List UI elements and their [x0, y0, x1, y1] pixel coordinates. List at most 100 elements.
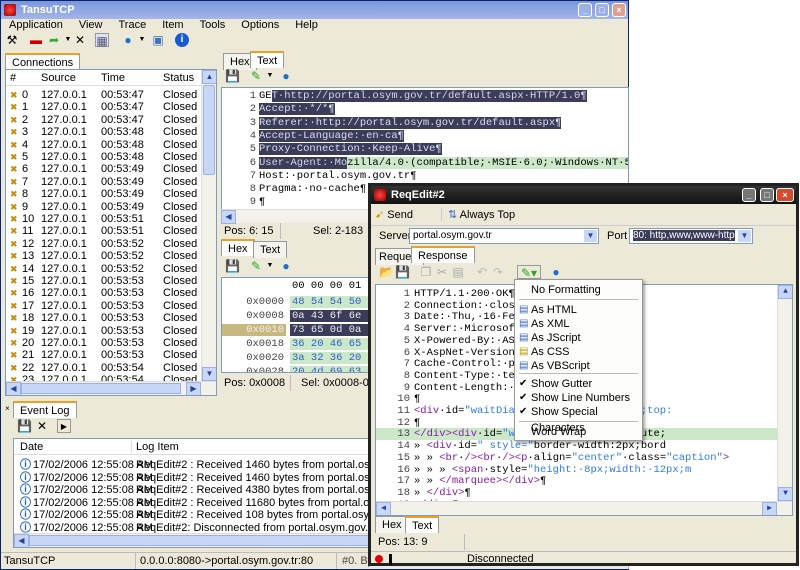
- connection-row[interactable]: ✖ 20 127.0.0.1 00:53:53 Closed: [6, 337, 216, 349]
- clear-icon[interactable]: ✕: [35, 419, 49, 433]
- disconnect-icon[interactable]: ▬: [29, 33, 43, 47]
- column-header-number[interactable]: #: [10, 72, 16, 84]
- menu-bar: Application View Trace Item Tools Options Help: [1, 19, 628, 33]
- tab-hex-lower[interactable]: Hex: [221, 239, 255, 256]
- connections-horizontal-scrollbar[interactable]: ◀ ▶: [6, 381, 216, 395]
- connection-row[interactable]: ✖ 2 127.0.0.1 00:53:47 Closed: [6, 114, 216, 126]
- connection-row[interactable]: ✖ 10 127.0.0.1 00:53:51 Closed: [6, 213, 216, 225]
- undo-icon[interactable]: ↶: [475, 265, 489, 279]
- connections-vertical-scrollbar[interactable]: ▲ ▼: [201, 70, 216, 381]
- connection-row[interactable]: ✖ 21 127.0.0.1 00:53:53 Closed: [6, 349, 216, 361]
- minimize-button[interactable]: _: [742, 188, 756, 202]
- paste-icon[interactable]: ▤: [451, 265, 465, 279]
- menu-item[interactable]: Item: [154, 19, 191, 32]
- dropdown-arrow-icon[interactable]: ▼: [263, 259, 277, 273]
- window-icon[interactable]: ▣: [151, 33, 165, 47]
- dropdown-arrow-icon[interactable]: ▼: [263, 69, 277, 83]
- column-header-date[interactable]: Date: [20, 441, 43, 453]
- connection-row[interactable]: ✖ 5 127.0.0.1 00:53:48 Closed: [6, 151, 216, 163]
- dropdown-arrow-icon[interactable]: ▼: [135, 33, 149, 47]
- connection-row[interactable]: ✖ 18 127.0.0.1 00:53:53 Closed: [6, 312, 216, 324]
- connection-row[interactable]: ✖ 15 127.0.0.1 00:53:53 Closed: [6, 275, 216, 287]
- save-icon[interactable]: 💾: [225, 259, 240, 273]
- connection-row[interactable]: ✖ 3 127.0.0.1 00:53:48 Closed: [6, 126, 216, 138]
- connection-row[interactable]: ✖ 16 127.0.0.1 00:53:53 Closed: [6, 287, 216, 299]
- minimize-button[interactable]: _: [578, 3, 592, 17]
- cut-icon[interactable]: ✂: [435, 265, 449, 279]
- connection-row[interactable]: ✖ 6 127.0.0.1 00:53:49 Closed: [6, 163, 216, 175]
- connection-row[interactable]: ✖ 13 127.0.0.1 00:53:52 Closed: [6, 250, 216, 262]
- menu-help[interactable]: Help: [287, 19, 326, 32]
- menu-options[interactable]: Options: [233, 19, 287, 32]
- connection-row[interactable]: ✖ 7 127.0.0.1 00:53:49 Closed: [6, 176, 216, 188]
- column-header-time[interactable]: Time: [101, 72, 125, 84]
- connection-row[interactable]: ✖ 9 127.0.0.1 00:53:49 Closed: [6, 201, 216, 213]
- tab-response[interactable]: Response: [411, 246, 475, 263]
- connection-row[interactable]: ✖ 14 127.0.0.1 00:53:52 Closed: [6, 263, 216, 275]
- event-log-close-icon[interactable]: ×: [5, 404, 10, 413]
- column-header-log-item[interactable]: Log Item: [131, 441, 179, 453]
- maximize-button[interactable]: □: [595, 3, 609, 17]
- menu-item-show-special-characters[interactable]: ✔ Show Special Characters: [515, 404, 642, 434]
- menu-trace[interactable]: Trace: [110, 19, 154, 32]
- connection-row[interactable]: ✖ 22 127.0.0.1 00:53:54 Closed: [6, 362, 216, 374]
- column-header-source[interactable]: Source: [41, 72, 76, 84]
- tab-text-response[interactable]: Text: [405, 516, 440, 533]
- tools-icon[interactable]: ⚒: [5, 33, 19, 47]
- menu-item-no-formatting[interactable]: No Formatting: [515, 282, 642, 298]
- menu-tools[interactable]: Tools: [192, 19, 234, 32]
- redo-icon[interactable]: ↷: [491, 265, 505, 279]
- server-combobox[interactable]: portal.osym.gov.tr ▼: [409, 228, 599, 244]
- connection-row[interactable]: ✖ 19 127.0.0.1 00:53:53 Closed: [6, 325, 216, 337]
- save-icon[interactable]: 💾: [17, 419, 32, 433]
- globe-icon[interactable]: ●: [279, 69, 293, 83]
- connection-row[interactable]: ✖ 17 127.0.0.1 00:53:53 Closed: [6, 300, 216, 312]
- delete-icon[interactable]: ✕: [73, 33, 87, 47]
- hex-editor[interactable]: 00 00 00 01 0x0000 48 54 54 50 0x0008 0a 43 …: [221, 277, 371, 373]
- play-icon[interactable]: ▶: [57, 419, 71, 433]
- format-icon[interactable]: ✎: [249, 259, 263, 273]
- request-horizontal-scrollbar[interactable]: ◀: [221, 209, 369, 224]
- new-connection-icon[interactable]: ➦: [47, 33, 61, 47]
- grid-view-icon[interactable]: ▦: [95, 33, 109, 48]
- globe-icon[interactable]: ●: [121, 33, 135, 47]
- connection-row[interactable]: ✖ 12 127.0.0.1 00:53:52 Closed: [6, 238, 216, 250]
- response-vertical-scrollbar[interactable]: ▲ ▼: [777, 285, 792, 501]
- chevron-down-icon[interactable]: ▼: [738, 230, 751, 242]
- tab-event-log[interactable]: Event Log: [13, 401, 77, 418]
- close-button[interactable]: ×: [776, 188, 794, 202]
- save-icon[interactable]: 💾: [225, 69, 240, 83]
- save-icon[interactable]: 💾: [395, 265, 410, 279]
- maximize-button[interactable]: □: [760, 188, 774, 202]
- tab-text-upper[interactable]: Text: [250, 51, 285, 68]
- connection-row[interactable]: ✖ 1 127.0.0.1 00:53:47 Closed: [6, 101, 216, 113]
- tab-text-lower[interactable]: Text: [253, 241, 288, 258]
- format-icon[interactable]: ✎▾: [517, 265, 541, 280]
- connection-row[interactable]: ✖ 0 127.0.0.1 00:53:47 Closed: [6, 89, 216, 101]
- connection-row[interactable]: ✖ 4 127.0.0.1 00:53:48 Closed: [6, 139, 216, 151]
- response-horizontal-scrollbar[interactable]: ◀ ▶: [376, 501, 792, 515]
- tab-hex-response[interactable]: Hex: [375, 516, 409, 533]
- globe-icon[interactable]: ●: [549, 265, 563, 279]
- main-title-bar[interactable]: TansuTCP _ □ ×: [1, 1, 628, 19]
- menu-view[interactable]: View: [71, 19, 111, 32]
- connection-row[interactable]: ✖ 8 127.0.0.1 00:53:49 Closed: [6, 188, 216, 200]
- format-icon[interactable]: ✎: [249, 69, 263, 83]
- close-button[interactable]: ×: [612, 3, 626, 17]
- reqedit-title-bar[interactable]: ReqEdit#2 _ □ ×: [371, 186, 796, 204]
- menu-item-word-wrap[interactable]: Word Wrap: [515, 424, 642, 440]
- tab-connections[interactable]: Connections: [5, 53, 81, 70]
- always-top-button[interactable]: ⇅ Always Top: [441, 208, 515, 221]
- open-icon[interactable]: 📂: [379, 265, 394, 279]
- port-combobox[interactable]: 80: http,www,www-http ▼: [629, 228, 753, 244]
- chevron-down-icon[interactable]: ▼: [584, 230, 597, 242]
- menu-item-as-vbscript[interactable]: ▤ As VBScript: [515, 358, 642, 374]
- connection-row[interactable]: ✖ 11 127.0.0.1 00:53:51 Closed: [6, 225, 216, 237]
- menu-application[interactable]: Application: [1, 19, 71, 32]
- globe-icon[interactable]: ●: [279, 259, 293, 273]
- send-icon: ➹: [375, 209, 385, 221]
- send-button[interactable]: ➹ Send: [375, 208, 413, 221]
- copy-icon[interactable]: ❐: [419, 265, 433, 279]
- column-header-status[interactable]: Status: [163, 72, 194, 84]
- info-icon[interactable]: i: [175, 33, 189, 47]
